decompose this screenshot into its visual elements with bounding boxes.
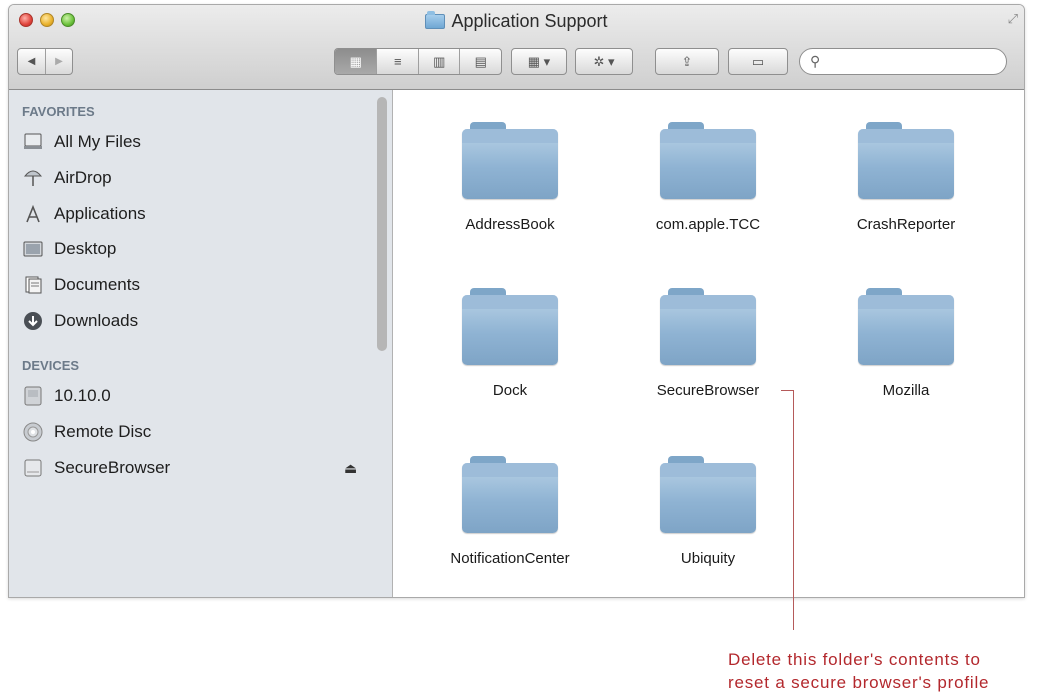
forward-button[interactable]: ▶ [44, 49, 72, 74]
back-forward-control: ◀ ▶ [17, 48, 73, 75]
folder-label: Mozilla [882, 382, 930, 399]
folder-icon [425, 11, 446, 29]
folder-item[interactable]: Ubiquity [618, 456, 798, 597]
applications-icon [22, 204, 44, 224]
tag-icon: ▭ [751, 53, 765, 69]
share-button[interactable]: ⇪ [655, 48, 719, 75]
folder-label: NotificationCenter [450, 550, 570, 567]
sidebar-item-documents[interactable]: Documents [22, 271, 372, 299]
icon-view-icon: ▦ [349, 53, 362, 69]
annotation-line-2: reset a secure browser's profile [728, 673, 990, 692]
folder-item[interactable]: com.apple.TCC [618, 122, 798, 272]
annotation-line-1: Delete this folder's contents to [728, 650, 981, 669]
folder-label: com.apple.TCC [655, 216, 761, 233]
eject-icon[interactable]: ⏏ [344, 460, 357, 477]
sidebar-item-label: 10.10.0 [54, 386, 111, 405]
folder-content-area: AddressBook com.apple.TCC CrashReporter … [393, 90, 1024, 597]
tag-button[interactable]: ▭ [728, 48, 788, 75]
coverflow-view-icon: ▤ [474, 53, 487, 69]
folder-icon [462, 288, 558, 366]
sidebar-item-label: Remote Disc [54, 422, 152, 441]
folder-item[interactable]: Mozilla [816, 288, 996, 438]
folder-item[interactable]: CrashReporter [816, 122, 996, 272]
search-input[interactable] [828, 52, 1002, 72]
folder-label: SecureBrowser [656, 382, 760, 399]
sidebar-item-label: Documents [54, 275, 140, 294]
folder-icon [660, 122, 756, 200]
folder-icon [858, 288, 954, 366]
folder-icon [462, 122, 558, 200]
sidebar-item-label: SecureBrowser [54, 458, 171, 477]
sidebar: FAVORITES All My Files AirDrop Applicati… [9, 90, 393, 597]
column-view-icon: ▥ [433, 53, 446, 69]
list-view-button[interactable]: ≡ [376, 49, 418, 74]
sidebar-item-label: Downloads [54, 311, 139, 330]
folder-icon [462, 456, 558, 534]
all-my-files-icon [22, 132, 44, 152]
back-arrow-icon: ◀ [27, 56, 36, 67]
folder-item[interactable]: NotificationCenter [420, 456, 600, 597]
folder-icon [858, 122, 954, 200]
sidebar-item-label: AirDrop [54, 168, 112, 187]
fullscreen-icon[interactable]: ⤢ [1008, 11, 1018, 27]
sidebar-item-remote-disc[interactable]: Remote Disc [22, 418, 372, 446]
folder-label: CrashReporter [856, 216, 956, 233]
sidebar-item-securebrowser[interactable]: SecureBrowser ⏏ [22, 454, 372, 482]
action-button[interactable]: ✲ ▾ [575, 48, 633, 75]
forward-arrow-icon: ▶ [55, 56, 63, 67]
annotation-callout: Delete this folder's contents to reset a… [728, 648, 989, 694]
window-title-area: Application Support [9, 11, 1024, 31]
sidebar-item-downloads[interactable]: Downloads [22, 307, 372, 335]
sidebar-item-label: Desktop [54, 239, 117, 258]
folder-icon [660, 456, 756, 534]
folder-item[interactable]: AddressBook [420, 122, 600, 272]
sidebar-item-label: Applications [54, 204, 146, 223]
folder-icon [660, 288, 756, 366]
devices-header: DEVICES [22, 358, 80, 373]
folder-item[interactable]: SecureBrowser [618, 288, 798, 438]
search-icon: ⚲ [810, 53, 821, 69]
sidebar-scrollbar[interactable] [377, 97, 387, 351]
downloads-icon [22, 311, 44, 331]
arrange-icon: ▦ ▾ [527, 53, 551, 69]
folder-label: Ubiquity [680, 550, 736, 567]
sidebar-item-airdrop[interactable]: AirDrop [22, 164, 372, 192]
airdrop-icon [22, 168, 44, 188]
column-view-button[interactable]: ▥ [417, 49, 460, 74]
finder-window: Application Support ⤢ ◀ ▶ ▦ ≡ ▥ ▤ ▦ ▾ ✲ … [8, 4, 1025, 598]
coverflow-view-button[interactable]: ▤ [459, 49, 501, 74]
sidebar-item-applications[interactable]: Applications [22, 200, 372, 228]
remote-disc-icon [22, 422, 44, 442]
folder-item[interactable]: Dock [420, 288, 600, 438]
favorites-header: FAVORITES [22, 104, 95, 119]
gear-icon: ✲ ▾ [593, 53, 615, 69]
list-view-icon: ≡ [393, 54, 402, 69]
hard-drive-icon [22, 386, 44, 406]
window-title: Application Support [451, 11, 608, 31]
sidebar-item-all-my-files[interactable]: All My Files [22, 128, 372, 156]
documents-icon [22, 275, 44, 295]
folder-label: Dock [492, 382, 528, 399]
folder-label: AddressBook [465, 216, 555, 233]
arrange-button[interactable]: ▦ ▾ [511, 48, 567, 75]
search-field[interactable]: ⚲ [799, 48, 1007, 75]
back-button[interactable]: ◀ [18, 49, 45, 74]
sidebar-item-10-10-0[interactable]: 10.10.0 [22, 382, 372, 410]
desktop-icon [22, 239, 44, 259]
icon-view-button[interactable]: ▦ [335, 49, 377, 74]
annotation-leader-line [793, 390, 794, 630]
sidebar-item-desktop[interactable]: Desktop [22, 235, 372, 263]
disk-image-icon [22, 458, 44, 478]
title-bar: Application Support ⤢ ◀ ▶ ▦ ≡ ▥ ▤ ▦ ▾ ✲ … [9, 5, 1024, 90]
share-icon: ⇪ [681, 53, 693, 69]
sidebar-item-label: All My Files [54, 132, 141, 151]
view-mode-control: ▦ ≡ ▥ ▤ [334, 48, 502, 75]
